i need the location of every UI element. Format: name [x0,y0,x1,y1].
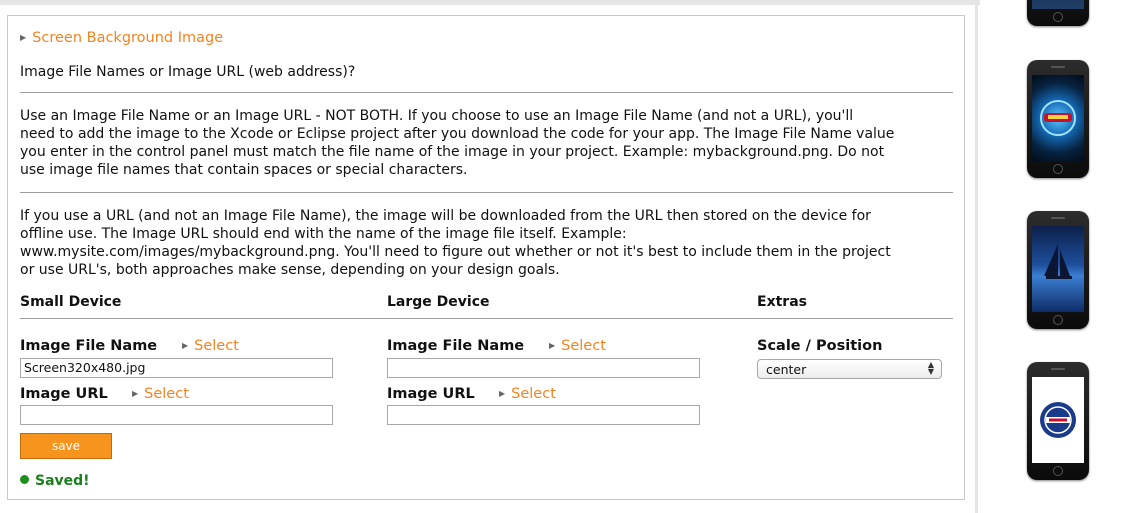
save-button[interactable]: save [20,433,112,459]
sailboat-icon [1044,244,1072,279]
large-file-select-link[interactable]: ▶ Select [549,338,606,354]
paragraph-file-name-instructions: Use an Image File Name or an Image URL -… [20,107,955,179]
select-label: Select [144,386,189,402]
small-image-file-name-input[interactable]: Screen320x480.jpg [20,358,333,378]
question-text: Image File Names or Image URL (web addre… [20,64,356,80]
home-button-icon [1053,466,1063,476]
paragraph-line: you enter in the control panel must matc… [20,144,885,160]
select-label: Select [561,338,606,354]
small-image-url-label: Image URL [20,386,108,402]
divider [20,318,953,319]
paragraph-line: or use URL's, both approaches make sense… [20,262,560,278]
section-title: Screen Background Image [32,30,224,46]
phone-thumbnail-badge[interactable] [1027,362,1089,480]
large-image-url-label: Image URL [387,386,475,402]
select-label: Select [511,386,556,402]
large-image-file-name-input[interactable] [387,358,700,378]
small-image-file-name-label: Image File Name [20,338,158,354]
paragraph-url-instructions: If you use a URL (and not an Image File … [20,207,955,279]
scale-position-label: Scale / Position [757,338,883,354]
column-header-small-device: Small Device [20,294,122,310]
small-file-select-link[interactable]: ▶ Select [182,338,239,354]
phone-thumbnail-cars-logo[interactable] [1027,60,1089,178]
home-button-icon [1053,315,1063,325]
phone-screen [1032,75,1084,161]
triangle-right-icon: ▶ [499,389,506,398]
home-button-icon [1053,164,1063,174]
select-arrows-icon: ▲ ▼ [927,360,934,376]
paragraph-line: need to add the image to the Xcode or Ec… [20,126,895,142]
saved-status: Saved! [20,473,90,489]
divider [20,92,953,93]
speaker-grille [1051,368,1065,370]
column-header-large-device: Large Device [387,294,490,310]
column-divider [975,0,978,513]
paragraph-line: www.mysite.com/images/mybackground.png. … [20,244,891,260]
phone-screen [1032,226,1084,312]
home-button-icon [1053,12,1063,22]
divider [20,192,953,193]
triangle-right-icon: ▶ [132,389,139,398]
paragraph-line: Use an Image File Name or an Image URL -… [20,108,854,124]
paragraph-line: If you use a URL (and not an Image File … [20,208,871,224]
settings-panel: ▶ Screen Background Image Image File Name… [7,15,965,500]
phone-screen [1032,0,1084,9]
scale-position-value: center [766,362,807,377]
status-dot-icon [20,475,29,484]
speaker-grille [1051,66,1065,68]
phone-thumbnail-dark[interactable] [1027,0,1089,26]
small-image-url-input[interactable] [20,405,333,425]
top-divider [0,0,980,5]
select-label: Select [194,338,239,354]
large-url-select-link[interactable]: ▶ Select [499,386,556,402]
phone-screen [1032,377,1084,463]
triangle-right-icon: ▶ [549,341,556,350]
saved-status-text: Saved! [35,473,90,489]
paragraph-line: use image file names that contain spaces… [20,162,468,178]
small-url-select-link[interactable]: ▶ Select [132,386,189,402]
large-image-url-input[interactable] [387,405,700,425]
paragraph-line: offline use. The Image URL should end wi… [20,226,627,242]
triangle-right-icon: ▶ [20,33,27,42]
badge-logo-icon [1040,402,1076,438]
triangle-right-icon: ▶ [182,341,189,350]
phone-thumbnail-sailboat[interactable] [1027,211,1089,329]
large-image-file-name-label: Image File Name [387,338,525,354]
column-header-extras: Extras [757,294,807,310]
cars-logo-icon [1040,100,1076,136]
section-toggle[interactable]: ▶ Screen Background Image [20,30,223,46]
scale-position-select[interactable]: center ▲ ▼ [757,359,942,379]
speaker-grille [1051,217,1065,219]
